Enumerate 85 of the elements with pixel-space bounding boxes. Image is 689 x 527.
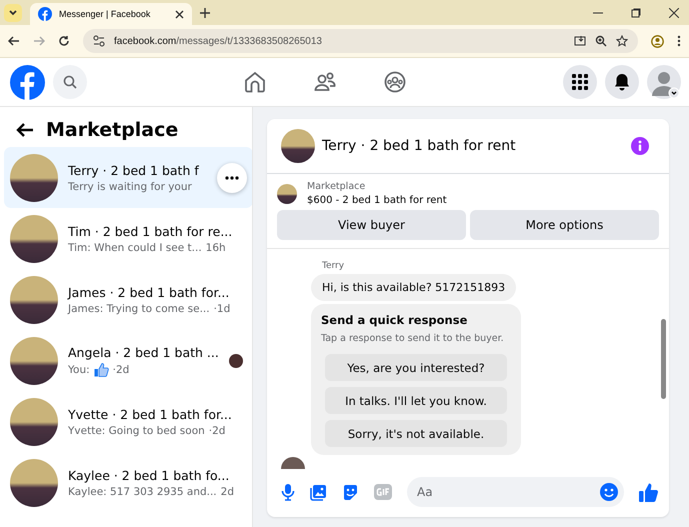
chat-title: Terry · 2 bed 1 bath for rent xyxy=(322,138,516,154)
conversation-title: Angela · 2 bed 1 bath ... xyxy=(68,344,219,360)
grid-icon xyxy=(571,73,589,91)
photo-placeholder xyxy=(10,398,58,446)
emoji-icon[interactable] xyxy=(600,483,618,501)
new-tab-icon[interactable] xyxy=(200,8,210,18)
facebook-logo-icon xyxy=(38,7,52,21)
message-bubble: Hi, is this available? 5172151893 xyxy=(311,274,516,301)
message-time: 2d xyxy=(220,486,234,498)
info-icon[interactable] xyxy=(631,137,649,155)
conversation-title: Terry · 2 bed 1 bath f xyxy=(68,162,200,178)
quick-response-hint: Tap a response to send it to the buyer. xyxy=(321,333,505,344)
photo-placeholder xyxy=(10,458,58,506)
restore-icon[interactable] xyxy=(631,8,641,18)
close-icon[interactable] xyxy=(669,8,679,18)
conversation-title: James · 2 bed 1 bath for... xyxy=(68,284,230,300)
action-button[interactable]: View buyer xyxy=(277,210,466,240)
back-icon[interactable] xyxy=(8,35,20,47)
quick-response-button[interactable]: Yes, are you interested? xyxy=(325,354,507,381)
browser-tab[interactable]: Messenger | Facebook xyxy=(30,3,192,25)
sender-name: Terry xyxy=(322,261,344,271)
reload-icon[interactable] xyxy=(58,35,70,47)
notifications-button[interactable] xyxy=(605,65,639,99)
search-icon xyxy=(63,75,77,89)
groups-icon[interactable] xyxy=(384,71,406,93)
message-preview: Yvette: Going to bed soon xyxy=(68,424,205,436)
home-icon[interactable] xyxy=(244,71,266,93)
address-bar[interactable]: facebook.com/messages/t/1333683508265013 xyxy=(83,29,638,53)
action-button[interactable]: More options xyxy=(470,210,659,240)
site-settings-icon[interactable] xyxy=(93,35,105,47)
photo-placeholder xyxy=(10,154,58,202)
quick-response-button[interactable]: In talks. I'll let you know. xyxy=(325,387,507,414)
profile-icon[interactable] xyxy=(651,34,664,48)
sticker-icon[interactable] xyxy=(342,484,359,500)
search-button[interactable] xyxy=(53,65,87,99)
listing-source: Marketplace xyxy=(307,181,366,192)
conversation-item[interactable]: Terry · 2 bed 1 bath f Terry is waiting for your xyxy=(4,147,252,208)
photo-placeholder xyxy=(10,214,58,262)
message-preview: James: Trying to come se... xyxy=(68,302,210,314)
star-icon[interactable] xyxy=(616,35,628,47)
message-preview: Terry is waiting for your xyxy=(68,180,192,192)
conversation-title: Yvette · 2 bed 1 bath for... xyxy=(68,406,233,422)
bell-icon xyxy=(613,73,631,91)
conversation-item[interactable]: Yvette · 2 bed 1 bath for... Yvette: Going to bed soon ·2d xyxy=(4,391,252,452)
conversation-item[interactable]: Tim · 2 bed 1 bath for re... Tim: When could I see t... 16h xyxy=(4,208,252,269)
message-time: ·1d xyxy=(214,302,230,314)
message-time: 16h xyxy=(206,242,226,254)
install-icon[interactable] xyxy=(574,35,586,47)
url-text: facebook.com/messages/t/1333683508265013 xyxy=(114,36,322,46)
back-icon[interactable] xyxy=(16,122,34,138)
photo-placeholder xyxy=(277,184,297,204)
microphone-icon[interactable] xyxy=(281,483,295,501)
more-icon xyxy=(224,176,239,180)
message-preview: Kaylee: 517 303 2935 and... xyxy=(68,486,217,498)
message-time: ·2d xyxy=(208,424,226,436)
conversation-item[interactable]: James · 2 bed 1 bath for... James: Trying to come se... ·1d xyxy=(4,269,252,330)
quick-response-title: Send a quick response xyxy=(321,313,468,327)
conversation-title: Tim · 2 bed 1 bath for re... xyxy=(68,224,234,238)
zoom-icon[interactable] xyxy=(595,35,607,47)
section-title: Marketplace xyxy=(46,119,178,141)
tab-list-button[interactable] xyxy=(4,4,22,22)
account-button[interactable] xyxy=(647,65,681,99)
chevron-down-icon xyxy=(8,8,18,18)
conversation-item[interactable]: Kaylee · 2 bed 1 bath fo... Kaylee: 517 303 2935 and... 2d xyxy=(4,452,252,513)
sender-avatar xyxy=(281,457,305,469)
more-button[interactable] xyxy=(216,162,247,192)
tab-title: Messenger | Facebook xyxy=(59,9,152,19)
message-input[interactable]: Aa xyxy=(407,477,624,507)
photo-placeholder xyxy=(10,276,58,324)
message-preview: Tim: When could I see t... xyxy=(68,242,202,254)
thumbs-up-icon[interactable] xyxy=(639,482,659,502)
quick-response-button[interactable]: Sorry, it's not available. xyxy=(325,420,507,447)
photo-icon[interactable] xyxy=(310,484,327,500)
close-icon[interactable] xyxy=(175,10,184,18)
photo-placeholder xyxy=(10,336,58,384)
message-preview: You: xyxy=(68,364,90,376)
menu-icon[interactable] xyxy=(677,35,681,47)
listing-description: $600 - 2 bed 1 bath for rent xyxy=(307,195,447,206)
conversation-item[interactable]: Angela · 2 bed 1 bath ... You: ·2d xyxy=(4,330,252,391)
facebook-logo-icon[interactable] xyxy=(10,64,45,100)
message-time: ·2d xyxy=(112,364,130,376)
conversation-title: Kaylee · 2 bed 1 bath fo... xyxy=(68,468,230,482)
photo-placeholder xyxy=(281,129,315,163)
menu-button[interactable] xyxy=(563,65,597,99)
friends-icon[interactable] xyxy=(314,71,336,93)
